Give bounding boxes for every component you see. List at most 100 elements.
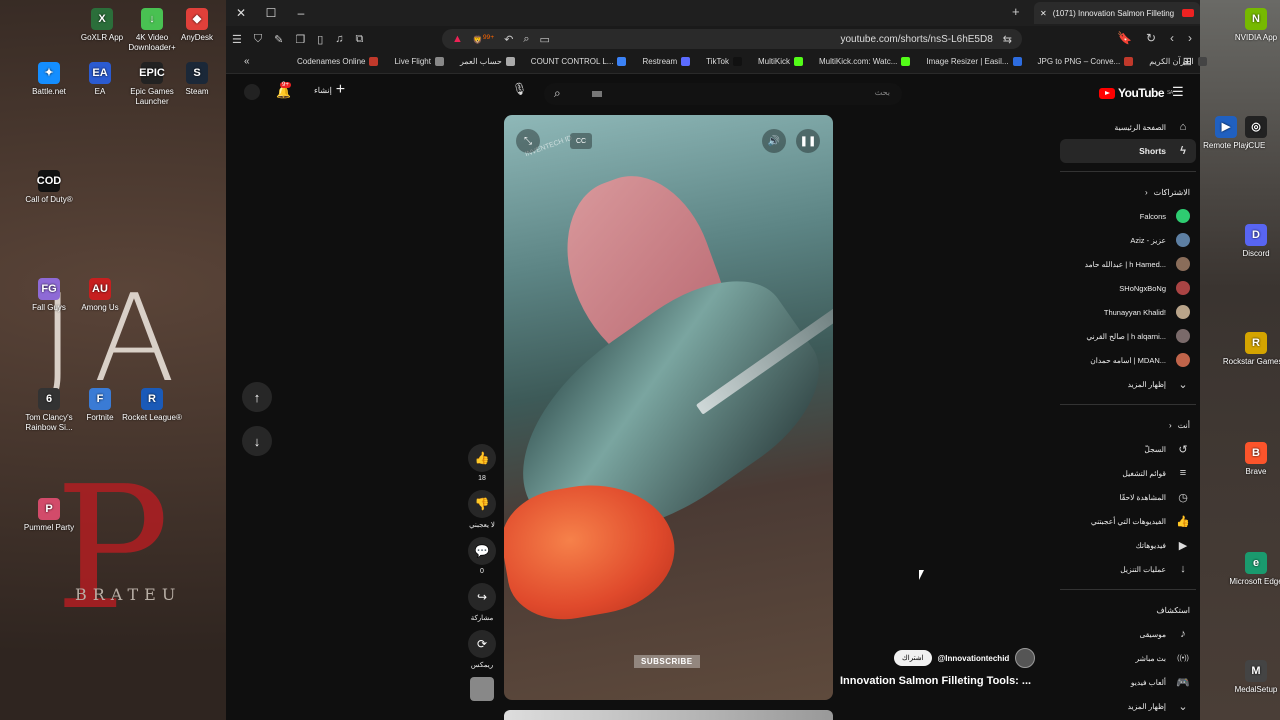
music-note-icon[interactable]: ♫ bbox=[335, 33, 343, 46]
show-more-subscriptions[interactable]: إظهار المزيد ⌄ bbox=[1060, 372, 1196, 396]
desktop-icon-right-3[interactable]: D Discord bbox=[1222, 224, 1280, 259]
avatar[interactable] bbox=[244, 84, 260, 100]
sidebar-item-subscription[interactable]: Falcons bbox=[1060, 204, 1196, 228]
sidebar-icon[interactable]: ▯ bbox=[317, 33, 323, 46]
sidebar-item[interactable]: عمليات التنزيل ↓ bbox=[1060, 557, 1196, 581]
sidebar-item-subscription[interactable]: Thunayyan Khalid! bbox=[1060, 300, 1196, 324]
bookmark-item[interactable]: TikTok bbox=[706, 57, 742, 66]
cast-icon[interactable]: ▭ bbox=[540, 33, 550, 46]
pause-icon[interactable]: ❚❚ bbox=[796, 129, 820, 153]
close-tab-icon[interactable]: ✕ bbox=[1040, 9, 1047, 18]
close-window-button[interactable]: ✕ bbox=[226, 0, 256, 26]
back-arrow-icon[interactable]: ↶ bbox=[504, 33, 513, 46]
reload-icon[interactable]: ↻ bbox=[1146, 31, 1156, 45]
brave-shields-icon[interactable]: 🦁99+ bbox=[473, 34, 494, 45]
subscribe-button[interactable]: اشتراك bbox=[894, 650, 932, 666]
dislike-label: لا يعجبني bbox=[469, 522, 495, 529]
address-bar[interactable]: ▲ 🦁99+ ↶ ⌕ ▭ youtube.com/shorts/nsS-L6hE… bbox=[442, 29, 1022, 49]
youtube-logo[interactable]: YouTube SA bbox=[1099, 86, 1173, 100]
bookmark-item[interactable]: COUNT CONTROL L... bbox=[531, 57, 627, 66]
search-icon[interactable]: ⌕ bbox=[554, 86, 561, 101]
search-input[interactable]: ⌕ بحث bbox=[544, 83, 902, 105]
next-short-button[interactable]: ↓ bbox=[242, 426, 272, 456]
desktop-icon-right-0[interactable]: N NVIDIA App bbox=[1222, 8, 1280, 43]
bookmark-item[interactable]: حساب العمر bbox=[460, 57, 515, 66]
sidebar-item[interactable]: موسيقى ♪ bbox=[1060, 622, 1196, 646]
sidebar-item-home[interactable]: الصفحة الرئيسية ⌂ bbox=[1060, 115, 1196, 139]
menu-icon[interactable]: ☰ bbox=[232, 33, 242, 46]
search-lens-icon[interactable]: ⌕ bbox=[523, 33, 529, 46]
sidebar-item-subscription[interactable]: اسامه حمدان | MDAN... bbox=[1060, 348, 1196, 372]
channel-name[interactable]: @Innovationtechid bbox=[938, 654, 1010, 663]
sidebar-item-subscription[interactable]: عبدالله حامد | h Hamed... bbox=[1060, 252, 1196, 276]
desktop-icon-9[interactable]: AU Among Us bbox=[66, 278, 134, 313]
bookmark-item[interactable]: القرآن الكريم bbox=[1149, 57, 1207, 66]
sidebar-item[interactable]: فيديوهاتك ▶ bbox=[1060, 533, 1196, 557]
apps-grid-icon[interactable]: ⊞ bbox=[1183, 55, 1192, 68]
sidebar-item-subscription[interactable]: SHoNgxBoNg bbox=[1060, 276, 1196, 300]
captions-icon[interactable]: CC bbox=[570, 133, 592, 149]
forward-icon[interactable]: › bbox=[1188, 31, 1192, 45]
bookmark-item[interactable]: Restream bbox=[642, 57, 691, 66]
bookmark-icon[interactable]: 🔖 bbox=[1117, 31, 1132, 45]
hamburger-menu-icon[interactable]: ☰ bbox=[1172, 84, 1184, 100]
video-title[interactable]: Innovation Salmon Filleting Tools: ... bbox=[840, 675, 1031, 687]
sidebar-item[interactable]: إظهار المزيد ⌄ bbox=[1060, 694, 1196, 718]
desktop-icon-right-4[interactable]: R Rockstar Games... bbox=[1222, 332, 1280, 367]
screenshot-icon[interactable]: ⧉ bbox=[356, 33, 364, 46]
previous-short-button[interactable]: ↑ bbox=[242, 382, 272, 412]
channel-avatar[interactable] bbox=[1015, 648, 1036, 668]
new-tab-button[interactable]: + bbox=[1012, 4, 1020, 19]
comments-button[interactable]: 💬 bbox=[468, 537, 496, 565]
microphone-icon[interactable]: 🎙 bbox=[512, 82, 527, 96]
app-icon: 6 bbox=[38, 388, 60, 410]
sidebar-item-subscription[interactable]: صالح القرني | h alqarni... bbox=[1060, 324, 1196, 348]
volume-icon[interactable]: 🔊 bbox=[762, 129, 786, 153]
sidebar-item[interactable]: المشاهدة لاحقًا ◷ bbox=[1060, 485, 1196, 509]
sidebar-item[interactable]: السجلّ ↺ bbox=[1060, 437, 1196, 461]
sidebar-item[interactable]: الفيديوهات التي أعجبتني 👍 bbox=[1060, 509, 1196, 533]
back-icon[interactable]: ‹ bbox=[1170, 31, 1174, 45]
subscriptions-header[interactable]: › الاشتراكات bbox=[1060, 180, 1196, 204]
sidebar-item[interactable]: ألعاب فيديو 🎮 bbox=[1060, 670, 1196, 694]
sidebar-item-shorts[interactable]: Shorts ϟ bbox=[1060, 139, 1196, 163]
minimize-window-button[interactable]: – bbox=[286, 0, 316, 26]
sidebar-item[interactable]: بث مباشر ((•)) bbox=[1060, 646, 1196, 670]
bookmark-item[interactable]: MultiKick bbox=[758, 57, 804, 66]
you-header[interactable]: › أنت bbox=[1060, 413, 1196, 437]
desktop-icon-right-5[interactable]: B Brave bbox=[1222, 442, 1280, 477]
create-button[interactable]: إنشاء + bbox=[314, 82, 345, 98]
browser-tab[interactable]: ✕ (1071) Innovation Salmon Filleting bbox=[1034, 2, 1200, 24]
bookmark-item[interactable]: Codenames Online bbox=[297, 57, 379, 66]
brave-rewards-icon[interactable]: ▲ bbox=[452, 33, 463, 45]
bookmark-item[interactable]: JPG to PNG – Conve... bbox=[1038, 57, 1134, 66]
desktop-icon-right-2[interactable]: ◎ iCUE bbox=[1222, 116, 1280, 151]
tabs-icon[interactable]: ❐ bbox=[295, 33, 305, 46]
audio-thumbnail[interactable] bbox=[470, 677, 494, 701]
dislike-button[interactable]: 👎 bbox=[468, 490, 496, 518]
collapse-icon[interactable]: ⤡ bbox=[516, 129, 540, 153]
desktop-icon-13[interactable]: P Pummel Party bbox=[15, 498, 83, 533]
desktop-icon-right-6[interactable]: e Microsoft Edge bbox=[1222, 552, 1280, 587]
collapse-icon[interactable]: « bbox=[244, 56, 250, 67]
shield-icon[interactable]: ⛉ bbox=[254, 33, 262, 46]
divider bbox=[1060, 404, 1196, 405]
site-settings-icon[interactable]: ⇆ bbox=[1003, 33, 1012, 46]
desktop-icon-7[interactable]: COD Call of Duty® bbox=[15, 170, 83, 205]
sidebar-item[interactable]: قوائم التشغيل ≡ bbox=[1060, 461, 1196, 485]
share-button[interactable]: ↪ bbox=[468, 583, 496, 611]
pen-icon[interactable]: ✎ bbox=[274, 33, 283, 46]
like-button[interactable]: 👍 bbox=[468, 444, 496, 472]
desktop-icon-2[interactable]: ◆ AnyDesk bbox=[163, 8, 231, 43]
bookmark-item[interactable]: Live Flight bbox=[394, 57, 444, 66]
bookmark-item[interactable]: Image Resizer | Easil... bbox=[926, 57, 1022, 66]
remix-button[interactable]: ⟳ bbox=[468, 630, 496, 658]
app-icon: B bbox=[1245, 442, 1267, 464]
bookmark-item[interactable]: MultiKick.com: Watc... bbox=[819, 57, 911, 66]
desktop-icon-6[interactable]: S Steam bbox=[163, 62, 231, 97]
desktop-icon-12[interactable]: R Rocket League® bbox=[118, 388, 186, 423]
maximize-window-button[interactable]: ☐ bbox=[256, 0, 286, 26]
sidebar-item-subscription[interactable]: Aziz - عزيز bbox=[1060, 228, 1196, 252]
shorts-video-player[interactable]: INVENTECH ID ⤡ CC 🔊 ❚❚ SUBSCRIBE bbox=[504, 115, 833, 700]
desktop-icon-right-7[interactable]: M MedalSetup bbox=[1222, 660, 1280, 695]
